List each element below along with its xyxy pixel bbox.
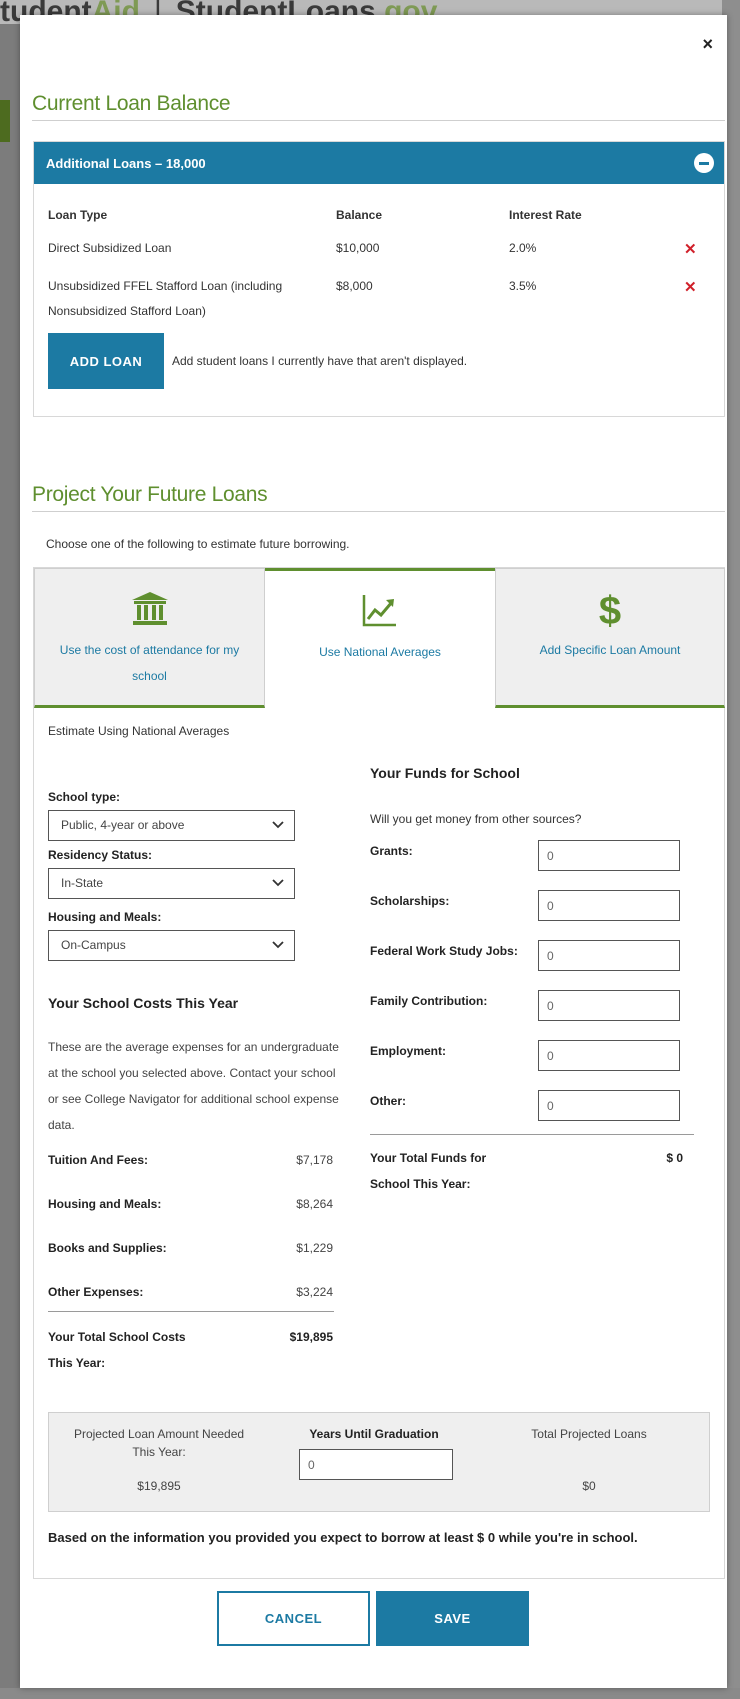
borrowing-summary: Based on the information you provided yo… [48,1530,638,1545]
close-icon[interactable]: × [702,35,713,53]
cost-value: $8,264 [296,1197,333,1211]
loans-panel-header[interactable]: Additional Loans – 18,000 [34,142,724,184]
loans-panel-header-label: Additional Loans – 18,000 [46,155,206,171]
projection-summary-box: Projected Loan Amount Needed This Year: … [48,1412,710,1512]
tab-label: Use National Averages [319,645,441,659]
total-funds-value: $ 0 [666,1151,683,1165]
funds-question: Will you get money from other sources? [370,812,582,826]
column-header-loan-type: Loan Type [48,208,108,222]
current-loans-panel: Additional Loans – 18,000 Loan Type Bala… [33,141,725,417]
cost-label: Housing and Meals: [48,1197,162,1211]
loan-balance-cell: $8,000 [336,279,373,293]
add-loan-note: Add student loans I currently have that … [172,354,468,368]
tab-label-line2: school [132,669,167,683]
residency-label: Residency Status: [48,848,153,862]
fund-label: Federal Work Study Jobs: [370,944,518,958]
residency-value: In-State [61,876,104,890]
school-type-label: School type: [48,790,121,804]
other-funds-input[interactable] [538,1090,680,1121]
total-funds-label-line2: School This Year: [370,1177,471,1191]
tab-label: Add Specific Loan Amount [539,643,681,657]
total-costs-label-line2: This Year: [48,1356,106,1370]
cost-value: $1,229 [296,1241,333,1255]
school-costs-title: Your School Costs This Year [48,995,239,1011]
fund-label: Grants: [370,844,413,858]
projected-needed-label-line2: This Year: [132,1445,186,1459]
chevron-down-icon [272,821,284,829]
cost-label: Books and Supplies: [48,1241,167,1255]
tab-label: Use the cost of attendance for my [59,643,240,657]
estimate-method-label: Estimate Using National Averages [48,724,230,738]
residency-select[interactable]: In-State [48,868,295,899]
tab-cost-of-attendance[interactable]: Use the cost of attendance for my school [34,568,265,708]
loan-type-cell: Direct Subsidized Loan [48,241,172,255]
school-type-value: Public, 4-year or above [61,818,185,832]
loan-rate-cell: 2.0% [509,241,537,255]
bank-icon [131,592,168,625]
loan-balance-cell: $10,000 [336,241,380,255]
school-type-select[interactable]: Public, 4-year or above [48,810,295,841]
projected-needed-value: $19,895 [137,1479,181,1493]
column-header-interest-rate: Interest Rate [509,208,582,222]
fund-label: Family Contribution: [370,994,488,1008]
background-accent-bar [0,100,10,142]
total-funds-label: Your Total Funds for [370,1151,487,1165]
years-until-graduation-input[interactable] [299,1449,453,1480]
loan-rate-cell: 3.5% [509,279,537,293]
tab-specific-loan-amount[interactable]: $ Add Specific Loan Amount [495,568,725,708]
costs-divider [48,1311,334,1312]
funds-divider [370,1134,694,1135]
fund-label: Employment: [370,1044,447,1058]
delete-loan-icon[interactable]: ✕ [684,278,697,296]
grants-input[interactable] [538,840,680,871]
cost-value: $7,178 [296,1153,333,1167]
housing-select[interactable]: On-Campus [48,930,295,961]
housing-value: On-Campus [61,938,126,952]
cost-value: $3,224 [296,1285,333,1299]
future-loans-title: Project Your Future Loans [32,483,268,506]
collapse-minus-icon[interactable] [694,153,714,173]
scholarships-input[interactable] [538,890,680,921]
total-projected-loans-value: $0 [582,1479,596,1493]
cost-label: Other Expenses: [48,1285,144,1299]
total-costs-label: Your Total School Costs [48,1330,186,1344]
employment-input[interactable] [538,1040,680,1071]
section-divider [32,120,725,121]
loan-estimate-modal: × Current Loan Balance Additional Loans … [20,15,727,1688]
loan-type-cell: Unsubsidized FFEL Stafford Loan (includi… [48,279,283,293]
choose-instruction: Choose one of the following to estimate … [46,537,350,551]
section-divider [32,511,725,512]
school-costs-description: These are the average expenses for an un… [48,1040,339,1132]
delete-loan-icon[interactable]: ✕ [684,240,697,258]
fund-label: Scholarships: [370,894,450,908]
loan-type-cell-line2: Nonsubsidized Stafford Loan) [48,304,206,318]
cancel-button[interactable]: CANCEL [217,1591,370,1646]
cost-label: Tuition And Fees: [48,1153,148,1167]
chevron-down-icon [272,879,284,887]
save-button[interactable]: SAVE [376,1591,529,1646]
column-header-balance: Balance [336,208,383,222]
housing-label: Housing and Meals: [48,910,162,924]
fund-label: Other: [370,1094,406,1108]
projected-needed-label: Projected Loan Amount Needed [73,1427,245,1441]
total-costs-value: $19,895 [289,1330,333,1344]
background-bottom-edge [0,1688,740,1699]
current-loan-balance-title: Current Loan Balance [32,92,231,115]
total-projected-loans-label: Total Projected Loans [531,1427,647,1441]
dollar-icon: $ [598,589,622,633]
years-until-graduation-label: Years Until Graduation [309,1427,439,1441]
family-contribution-input[interactable] [538,990,680,1021]
tab-national-averages[interactable]: Use National Averages [265,568,495,708]
future-loans-panel: Use the cost of attendance for my school… [33,567,725,1579]
work-study-input[interactable] [538,940,680,971]
funds-title: Your Funds for School [370,765,520,781]
chart-trend-icon [362,595,396,627]
chevron-down-icon [272,941,284,949]
add-loan-button[interactable]: ADD LOAN [48,333,164,389]
